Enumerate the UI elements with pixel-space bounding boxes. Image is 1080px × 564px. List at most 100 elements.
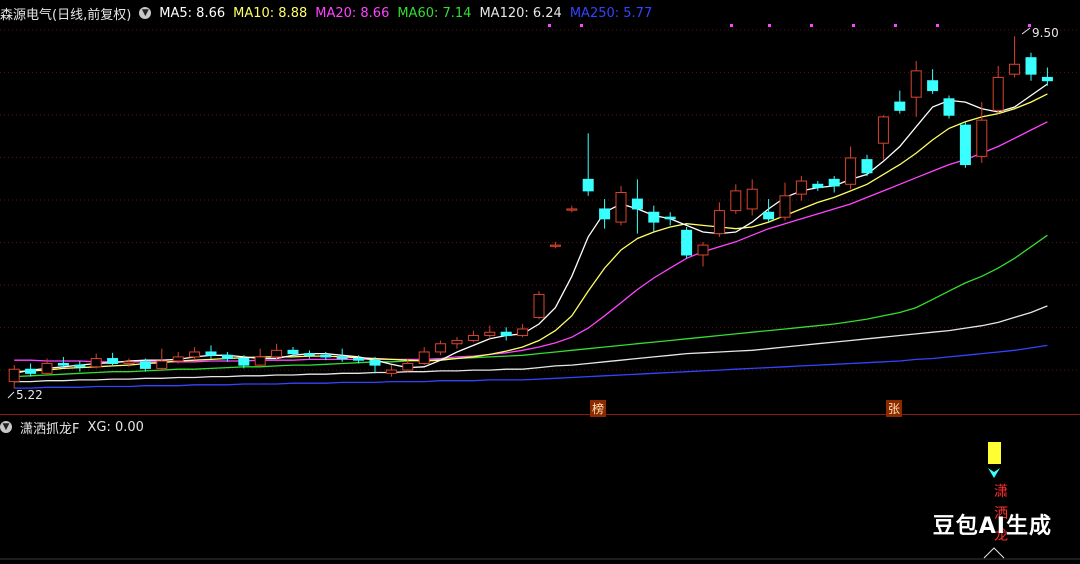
- candle-body: [697, 244, 709, 256]
- candle-body: [910, 70, 922, 98]
- candle-body: [172, 356, 184, 362]
- marker-dot: [580, 24, 583, 27]
- marker-dot: [852, 24, 855, 27]
- candle-body: [402, 362, 414, 371]
- candle-body: [517, 328, 529, 337]
- candle-body: [484, 331, 496, 337]
- candle-body: [730, 190, 742, 212]
- signal-bar: [988, 442, 1001, 464]
- candle-body: [599, 208, 611, 220]
- candle-body: [189, 351, 201, 358]
- candle-body: [549, 244, 561, 247]
- candle-body: [238, 358, 250, 366]
- candle-body: [1025, 57, 1037, 75]
- marker-dot: [730, 24, 733, 27]
- signal-text-char: 潇: [994, 484, 1008, 500]
- ma120-label: MA120: 6.24: [479, 5, 562, 21]
- stock-title: 森源电气(日线,前复权): [0, 7, 132, 23]
- marker-dot: [894, 24, 897, 27]
- candle-body: [894, 101, 906, 111]
- price-pointer: [1021, 27, 1031, 35]
- candle-body: [779, 195, 791, 218]
- candle-body: [795, 180, 807, 195]
- ma250-label: MA250: 5.77: [569, 5, 653, 21]
- candle-body: [451, 339, 463, 345]
- signal-peak: [983, 547, 1005, 559]
- candle-body: [681, 229, 693, 256]
- candle-body: [303, 353, 315, 356]
- candle-body: [812, 183, 824, 189]
- event-tag[interactable]: 榜: [590, 400, 607, 417]
- candle-body: [976, 119, 988, 157]
- ma10-line: [14, 93, 1048, 373]
- candle-body: [959, 124, 971, 166]
- candle-body: [566, 208, 578, 211]
- candle-body: [25, 368, 37, 374]
- pane-divider[interactable]: [0, 414, 1080, 415]
- candle-body: [57, 362, 69, 366]
- candle-body: [41, 362, 53, 374]
- marker-dot: [810, 24, 813, 27]
- chevron-down-icon[interactable]: ▼: [139, 7, 152, 19]
- chevron-down-icon[interactable]: ▼: [0, 421, 12, 433]
- candle-body: [1009, 63, 1021, 75]
- candle-body: [500, 331, 512, 337]
- candle-body: [74, 364, 86, 368]
- candle-body: [877, 116, 889, 144]
- candle-body: [861, 159, 873, 174]
- candle-body: [533, 293, 545, 318]
- candle-body: [435, 343, 447, 353]
- candle-body: [713, 210, 725, 235]
- candle-body: [763, 211, 775, 220]
- ma10-label: MA10: 8.88: [233, 5, 308, 21]
- candle-body: [123, 361, 135, 364]
- candle-body: [648, 211, 660, 223]
- candle-body: [336, 356, 348, 360]
- chart-stage[interactable]: 潇洒龙: [0, 0, 1080, 564]
- candle-body: [320, 354, 332, 358]
- candle-body: [353, 358, 365, 361]
- candle-body: [221, 354, 233, 360]
- watermark: 豆包AI生成: [932, 514, 1052, 539]
- candle-body: [631, 198, 643, 210]
- candle-body: [271, 349, 283, 358]
- candle-body: [467, 335, 479, 341]
- indicator-header: ▼ 潇洒抓龙F XG: 0.00: [0, 416, 1080, 438]
- candle-body: [845, 157, 857, 185]
- candle-body: [418, 351, 430, 364]
- candle-body: [287, 349, 299, 355]
- high-price-label: 9.50: [1032, 26, 1059, 40]
- candle-body: [254, 356, 266, 366]
- candle-body: [943, 98, 955, 116]
- candle-body: [205, 351, 217, 356]
- indicator-name: 潇洒抓龙F: [20, 421, 80, 437]
- event-tag[interactable]: 张: [886, 400, 903, 417]
- signal-arrow-icon: [988, 468, 1000, 478]
- candle-body: [139, 361, 151, 369]
- candle-body: [369, 359, 381, 366]
- ma60-line: [14, 234, 1048, 378]
- candle-body: [992, 76, 1004, 111]
- ma5-label: MA5: 8.66: [159, 5, 226, 21]
- ma60-label: MA60: 7.14: [397, 5, 472, 21]
- ma5-line: [14, 83, 1048, 374]
- candlestick-chart[interactable]: 潇洒龙: [0, 0, 1080, 564]
- candle-body: [1041, 76, 1053, 82]
- low-price-label: 5.22: [16, 388, 43, 402]
- main-chart-header: 森源电气(日线,前复权) ▼ MA5: 8.66 MA10: 8.88 MA20…: [0, 2, 1080, 24]
- candle-body: [90, 358, 102, 368]
- candle-body: [615, 192, 627, 223]
- indicator-xg: XG: 0.00: [87, 419, 144, 435]
- ma20-label: MA20: 8.66: [315, 5, 390, 21]
- candle-body: [156, 360, 168, 369]
- candle-body: [927, 80, 939, 92]
- candle-body: [385, 369, 397, 374]
- candle-body: [582, 178, 594, 192]
- candle-body: [664, 216, 676, 220]
- marker-dot: [548, 24, 551, 27]
- ma250-line: [14, 344, 1048, 389]
- candle-body: [746, 188, 758, 210]
- marker-dot: [936, 24, 939, 27]
- candle-body: [107, 358, 119, 364]
- marker-dot: [768, 24, 771, 27]
